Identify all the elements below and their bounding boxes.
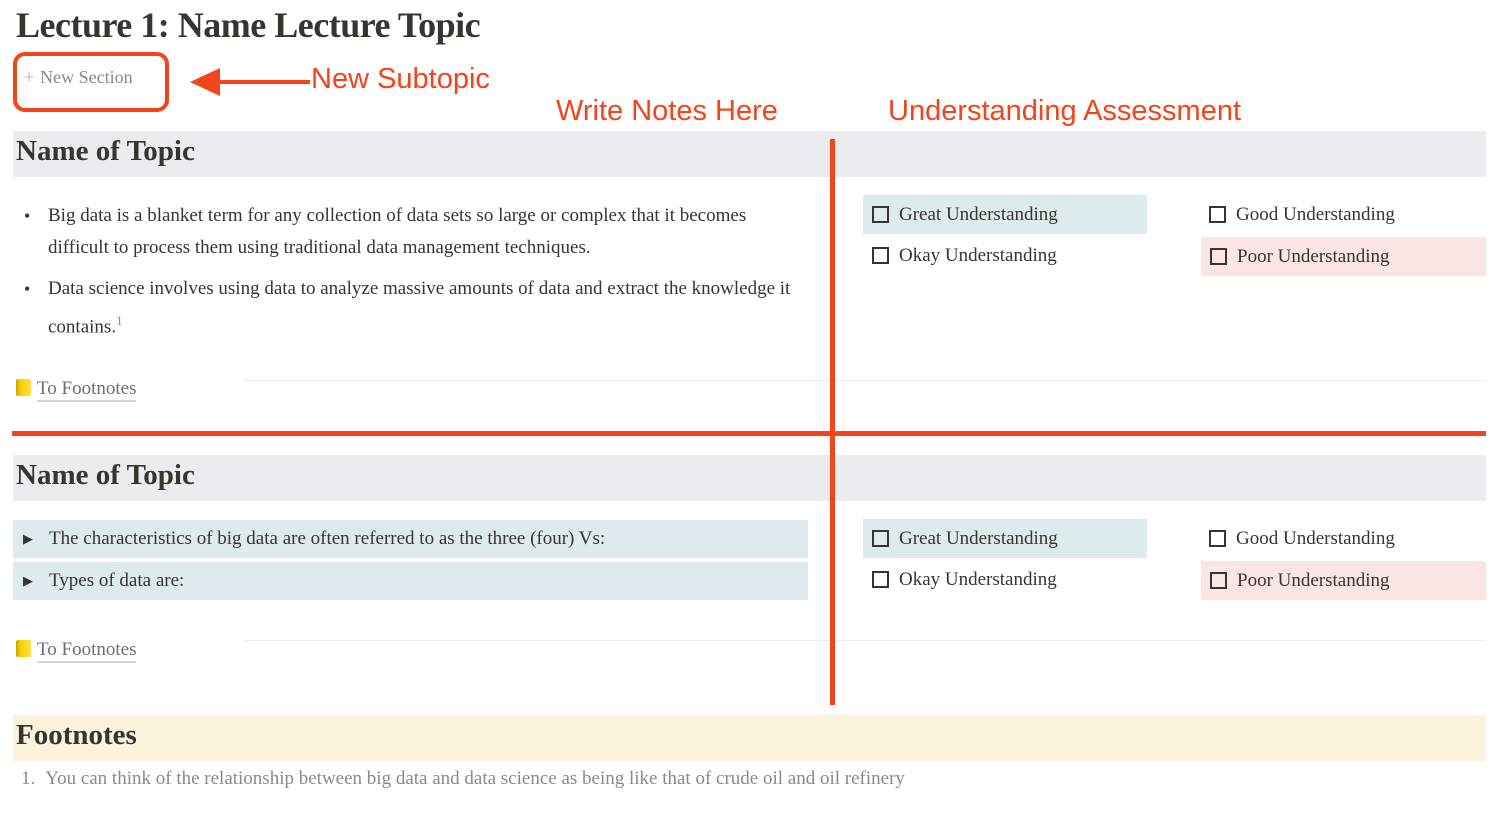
triangle-right-icon[interactable]: ▶	[23, 562, 33, 600]
note-bullet[interactable]: • Big data is a blanket term for any coll…	[24, 200, 804, 264]
link-text[interactable]: To Footnotes	[37, 378, 137, 402]
checkbox-icon[interactable]	[872, 247, 889, 264]
divider	[244, 380, 1486, 381]
note-text: Big data is a blanket term for any colle…	[48, 205, 747, 258]
to-footnotes-link-2[interactable]: To Footnotes	[16, 639, 137, 663]
checkbox-good-understanding[interactable]: Good Understanding	[1200, 195, 1485, 234]
checkbox-label: Okay Understanding	[899, 245, 1057, 266]
checkbox-label: Okay Understanding	[899, 569, 1057, 590]
annotation-horizontal-line	[12, 431, 1486, 436]
checkbox-great-understanding[interactable]: Great Understanding	[863, 195, 1147, 234]
footnote-number: 1.	[21, 768, 36, 789]
page-title: Lecture 1: Name Lecture Topic	[16, 5, 481, 45]
checkbox-label: Great Understanding	[899, 528, 1058, 549]
note-text: Data science involves using data to anal…	[48, 278, 791, 338]
toggle-text: The characteristics of big data are ofte…	[49, 528, 606, 549]
annotation-write-notes: Write Notes Here	[556, 95, 778, 127]
section-1-header: Name of Topic	[13, 131, 1486, 177]
checkbox-great-understanding[interactable]: Great Understanding	[863, 519, 1147, 558]
checkbox-icon[interactable]	[1209, 206, 1226, 223]
divider	[244, 640, 1486, 641]
triangle-right-icon[interactable]: ▶	[23, 520, 33, 558]
footnote-reference[interactable]: 1	[116, 313, 123, 328]
checkbox-icon[interactable]	[872, 530, 889, 547]
bullet-icon: •	[24, 279, 31, 299]
toggle-text: Types of data are:	[49, 570, 185, 591]
checkbox-label: Poor Understanding	[1237, 570, 1390, 591]
checkbox-icon[interactable]	[1209, 530, 1226, 547]
annotation-highlight-box	[13, 52, 169, 112]
checkbox-icon[interactable]	[872, 571, 889, 588]
footnote-text: You can think of the relationship betwee…	[45, 768, 905, 789]
checkbox-icon[interactable]	[1210, 572, 1227, 589]
note-bullet[interactable]: • Data science involves using data to ana…	[24, 273, 804, 343]
checkbox-good-understanding[interactable]: Good Understanding	[1200, 519, 1485, 558]
toggle-block[interactable]: ▶ The characteristics of big data are oft…	[13, 520, 808, 558]
footnote-item: 1. You can think of the relationship betw…	[21, 768, 905, 790]
section-1-title: Name of Topic	[16, 135, 195, 167]
link-text[interactable]: To Footnotes	[37, 639, 137, 663]
checkbox-poor-understanding[interactable]: Poor Understanding	[1201, 561, 1486, 600]
section-1-notes: • Big data is a blanket term for any coll…	[24, 200, 804, 352]
checkbox-label: Good Understanding	[1236, 204, 1395, 225]
toggle-block[interactable]: ▶ Types of data are:	[13, 562, 808, 600]
footnotes-title: Footnotes	[16, 719, 137, 751]
annotation-arrow-icon	[190, 68, 310, 96]
notebook-icon	[16, 640, 31, 657]
checkbox-okay-understanding[interactable]: Okay Understanding	[863, 560, 1147, 599]
annotation-vertical-line	[830, 139, 835, 705]
to-footnotes-link-1[interactable]: To Footnotes	[16, 378, 137, 402]
checkbox-label: Poor Understanding	[1237, 246, 1390, 267]
checkbox-icon[interactable]	[1210, 248, 1227, 265]
checkbox-label: Great Understanding	[899, 204, 1058, 225]
checkbox-poor-understanding[interactable]: Poor Understanding	[1201, 237, 1486, 276]
notebook-icon	[16, 379, 31, 396]
annotation-understanding-assessment: Understanding Assessment	[888, 95, 1242, 127]
bullet-icon: •	[24, 206, 31, 226]
checkbox-icon[interactable]	[872, 206, 889, 223]
annotation-new-subtopic: New Subtopic	[311, 63, 490, 95]
section-2-header: Name of Topic	[13, 455, 1486, 501]
checkbox-okay-understanding[interactable]: Okay Understanding	[863, 236, 1147, 275]
footnotes-header: Footnotes	[13, 715, 1486, 761]
section-2-title: Name of Topic	[16, 459, 195, 491]
checkbox-label: Good Understanding	[1236, 528, 1395, 549]
